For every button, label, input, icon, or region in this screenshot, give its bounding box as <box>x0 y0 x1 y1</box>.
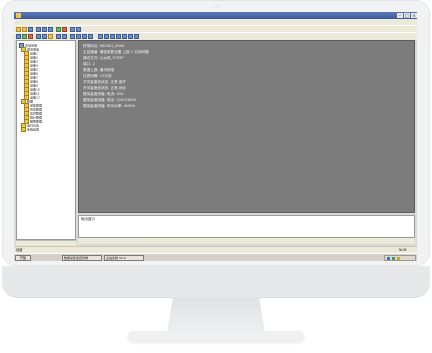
info-line: 端口: 2 <box>83 62 95 66</box>
info-line: 抄表间隔: 15分钟 <box>83 74 112 78</box>
start-button[interactable]: 开始 <box>15 255 31 261</box>
toolbar-secondary <box>14 32 417 40</box>
info-line: 模拟量遥测值: 电压: 220V/380V <box>83 98 137 102</box>
info-line: 模拟量遥测值: 有功功率: 4kW/h <box>83 104 136 108</box>
alarm-icon[interactable] <box>104 34 109 39</box>
table-icon[interactable] <box>76 34 81 39</box>
camera-icon <box>214 4 219 9</box>
info-line: 终端地址: 000001_0000 <box>83 44 125 48</box>
filter-icon[interactable] <box>88 34 93 39</box>
output-tabs: 系统信息 通讯报文 错误信息 <box>78 238 415 254</box>
export-icon[interactable] <box>134 34 139 39</box>
info-line: 通讯方式: 以太网_TCP/IP <box>83 56 124 60</box>
info-line: 开关量遥信状态: 正常 断开 <box>83 80 127 84</box>
app-icon <box>16 13 21 18</box>
close-button[interactable]: × <box>411 13 417 18</box>
window-titlebar[interactable]: – □ × <box>14 12 417 19</box>
monitor-stand-base <box>128 331 304 341</box>
user-icon[interactable] <box>116 34 121 39</box>
taskbar: 开始 数据采集监控终端 主站系统 V2.0 <box>14 253 417 261</box>
tree-item[interactable]: 系统设置 <box>21 127 39 132</box>
chart-icon[interactable] <box>62 34 67 39</box>
monitor-stand-neck <box>167 297 265 333</box>
info-line: 模拟量遥测值: 电流: 40A <box>83 92 124 96</box>
info-line: 数据上报: 通讯终端 <box>83 68 115 72</box>
monitor-screen: – □ × 文件(F) 编辑(E) 查看(V) 通讯(C) 系统(S) 帮助(H… <box>14 12 417 261</box>
desktop-scene: – □ × 文件(F) 编辑(E) 查看(V) 通讯(C) 系统(S) 帮助(H… <box>0 0 432 353</box>
log-icon[interactable] <box>110 34 115 39</box>
output-panel[interactable]: 输出窗口 <box>78 215 415 238</box>
info-line: 开关量遥信状态: 正常 闭合 <box>83 86 127 90</box>
info-icon[interactable] <box>128 34 133 39</box>
stop-icon[interactable] <box>28 34 33 39</box>
device-tree[interactable]: 主站系统 通讯通道 设备1 设备2 设备3 设备4 设备5 设备6 设备7 设备… <box>16 40 76 240</box>
system-tray <box>384 255 416 261</box>
read-icon[interactable] <box>36 34 41 39</box>
refresh-icon[interactable] <box>16 34 21 39</box>
output-label: 输出窗口 <box>81 217 95 221</box>
write-icon[interactable] <box>42 34 47 39</box>
taskbar-item[interactable]: 数据采集监控终端 <box>62 255 102 261</box>
start-icon[interactable] <box>22 34 27 39</box>
folder-icon <box>21 127 26 132</box>
report-icon[interactable] <box>70 34 75 39</box>
main-view: 终端地址: 000001_0000 主站通道: 通信参数设置 上报 1 分钟间隔… <box>78 40 415 213</box>
monitor-chin <box>2 266 430 297</box>
search-icon[interactable] <box>82 34 87 39</box>
meter-icon[interactable] <box>98 34 103 39</box>
folder-icon[interactable] <box>48 34 53 39</box>
maximize-button[interactable]: □ <box>404 13 410 18</box>
security-icon <box>397 257 400 260</box>
info-line: 主站通道: 通信参数设置 上报 1 分钟间隔 <box>83 50 149 54</box>
lock-icon[interactable] <box>122 34 127 39</box>
settings-icon[interactable] <box>56 34 61 39</box>
volume-icon <box>392 257 395 260</box>
network-icon <box>387 257 390 260</box>
taskbar-item[interactable]: 主站系统 V2.0 <box>104 255 144 261</box>
minimize-button[interactable]: – <box>397 13 403 18</box>
